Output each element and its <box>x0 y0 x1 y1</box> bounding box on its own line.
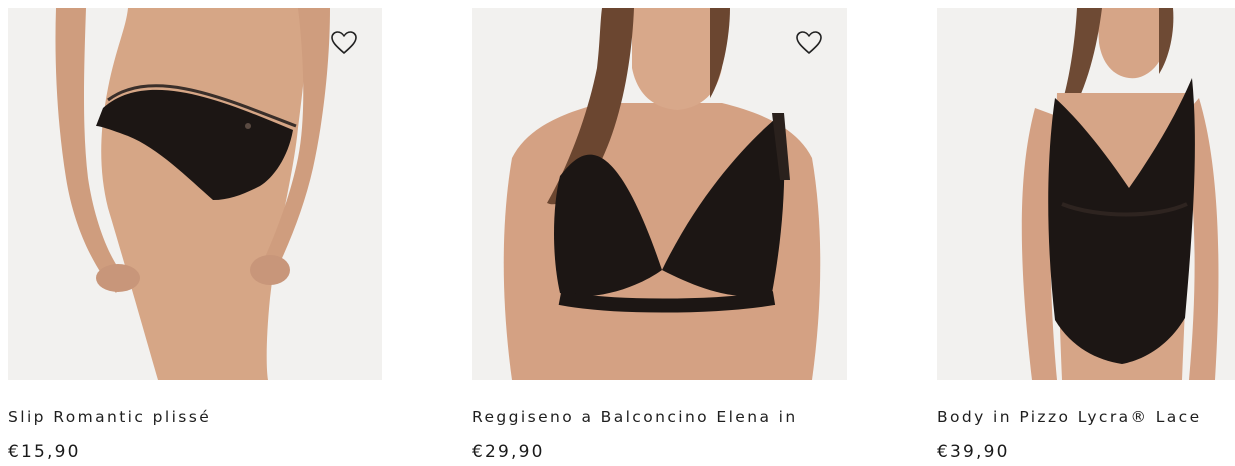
product-image-bra[interactable] <box>472 8 847 380</box>
lace-slip-photo <box>55 8 330 380</box>
product-price: €39,90 <box>937 442 1010 462</box>
product-title[interactable]: Body in Pizzo Lycra® Lace <box>937 408 1202 426</box>
product-card-bra[interactable]: Reggiseno a Balconcino Elena in €29,90 <box>472 8 847 462</box>
product-card-body[interactable]: Body in Pizzo Lycra® Lace €39,90 <box>937 8 1235 462</box>
product-price: €29,90 <box>472 442 545 462</box>
lace-body-photo <box>1021 8 1219 380</box>
product-title[interactable]: Slip Romantic plissé <box>8 408 211 426</box>
lace-bra-photo <box>503 8 821 380</box>
heart-outline-icon[interactable] <box>795 30 823 56</box>
product-image-slip[interactable] <box>8 8 382 380</box>
product-image-body[interactable] <box>937 8 1235 380</box>
heart-outline-icon[interactable] <box>330 30 358 56</box>
product-card-slip[interactable]: Slip Romantic plissé €15,90 <box>8 8 382 462</box>
product-price: €15,90 <box>8 442 81 462</box>
product-title[interactable]: Reggiseno a Balconcino Elena in <box>472 408 798 426</box>
